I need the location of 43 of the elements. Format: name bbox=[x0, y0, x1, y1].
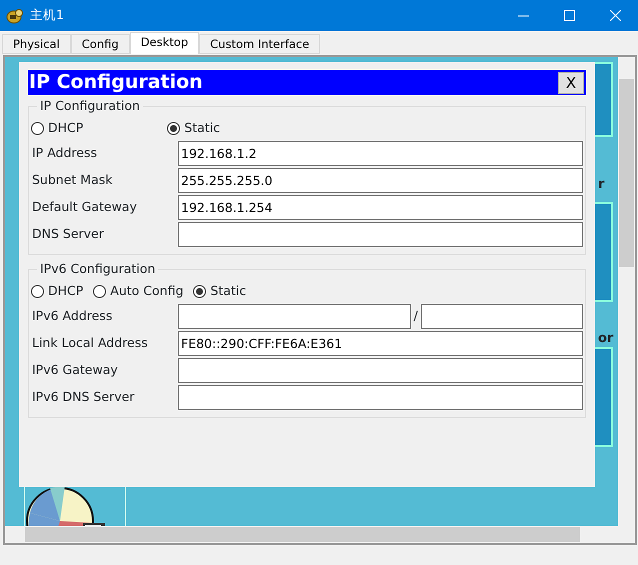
desktop-label: r bbox=[598, 176, 604, 194]
input-field[interactable] bbox=[178, 222, 583, 247]
close-button[interactable]: X bbox=[558, 72, 584, 94]
field-label: Default Gateway bbox=[31, 198, 138, 216]
field-label: IPv6 Gateway bbox=[31, 361, 119, 380]
window-title: 主机1 bbox=[30, 6, 64, 24]
field-label: IPv6 Address bbox=[31, 307, 114, 326]
input-field[interactable] bbox=[178, 304, 411, 329]
tab[interactable]: Custom Interface bbox=[199, 34, 320, 54]
radio-button[interactable] bbox=[167, 122, 180, 134]
input-field[interactable]: 192.168.1.2 bbox=[178, 141, 583, 166]
maximize-icon[interactable] bbox=[564, 10, 574, 21]
input-field[interactable]: 255.255.255.0 bbox=[178, 168, 583, 193]
prefix-field[interactable] bbox=[421, 304, 583, 329]
radio-label: DHCP bbox=[48, 282, 84, 300]
input-field[interactable] bbox=[178, 358, 583, 383]
field-label: Subnet Mask bbox=[31, 171, 114, 190]
dialog-title: IP Configuration bbox=[28, 70, 203, 95]
tab[interactable]: Physical bbox=[2, 34, 71, 54]
radio-label: Static bbox=[210, 282, 246, 300]
radio-button[interactable] bbox=[31, 122, 44, 134]
desktop-label: or bbox=[598, 330, 614, 348]
radio-label: DHCP bbox=[48, 118, 84, 137]
radio-label: Static bbox=[184, 118, 220, 137]
radio-button[interactable] bbox=[31, 284, 44, 298]
vertical-scrollbar[interactable] bbox=[618, 57, 635, 543]
field-label: Link Local Address bbox=[31, 334, 149, 352]
group-label: IP Configuration bbox=[39, 98, 141, 114]
radio-button[interactable] bbox=[93, 284, 106, 298]
input-field[interactable] bbox=[178, 385, 583, 410]
field-label: IP Address bbox=[31, 144, 98, 162]
separator-text: / bbox=[414, 307, 418, 326]
field-label: IPv6 DNS Server bbox=[31, 388, 136, 406]
group-label: IPv6 Configuration bbox=[39, 261, 156, 277]
app-icon bbox=[6, 8, 24, 24]
radio-label: Auto Config bbox=[110, 282, 184, 300]
field-label: DNS Server bbox=[31, 225, 105, 244]
close-icon[interactable] bbox=[610, 10, 620, 21]
input-field[interactable]: 192.168.1.254 bbox=[178, 195, 583, 220]
input-field[interactable]: FE80::290:CFF:FE6A:E361 bbox=[178, 331, 583, 356]
tab[interactable]: Config bbox=[70, 34, 130, 54]
tab[interactable]: Desktop bbox=[130, 32, 200, 54]
radio-button[interactable] bbox=[193, 284, 206, 298]
